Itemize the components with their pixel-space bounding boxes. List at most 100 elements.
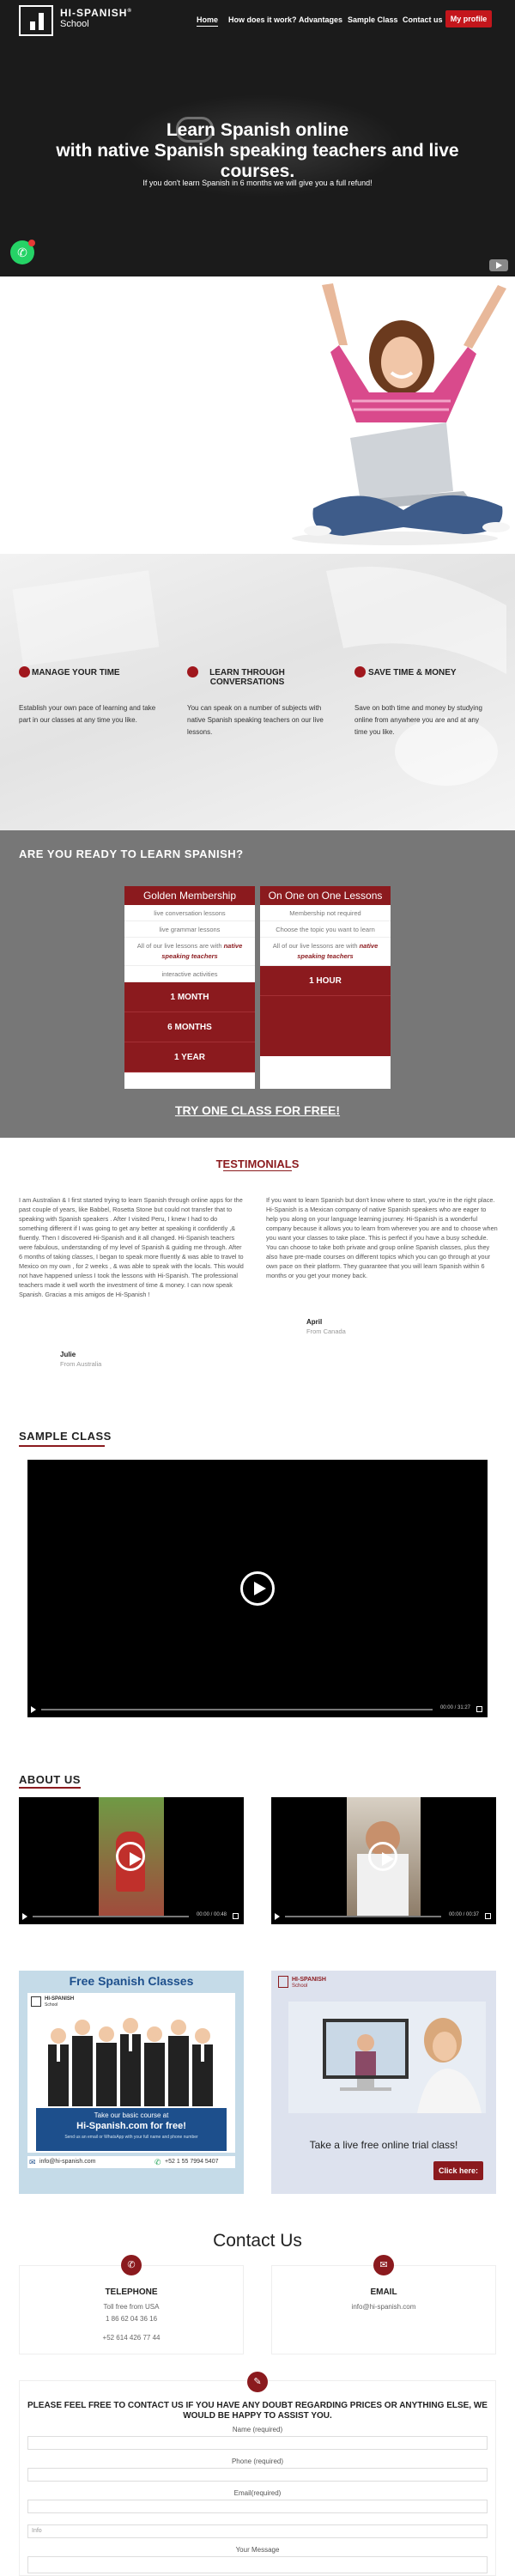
phone-label: Phone (required) [231, 2458, 284, 2465]
form-heading: PLEASE FEEL FREE TO CONTACT US IF YOU HA… [27, 2401, 488, 2421]
try-free-class-link[interactable]: TRY ONE CLASS FOR FREE! [0, 1103, 515, 1117]
promo-email: info@hi-spanish.com [39, 2159, 96, 2165]
feature-title-manage-time: MANAGE YOUR TIME [32, 668, 120, 677]
testimonial-text: I am Australian & I first started trying… [19, 1196, 244, 1298]
testimonial-origin: From Australia [60, 1360, 102, 1368]
testimonial-text: If you want to learn Spanish but don't k… [266, 1196, 498, 1279]
plan-option-1-hour[interactable]: 1 HOUR [260, 966, 391, 996]
plan-name: On One on One Lessons [260, 886, 391, 905]
video-controls[interactable]: 00:00 / 00:37 [275, 1912, 493, 1921]
promo-caption: Take a live free online trial class! [309, 2139, 458, 2151]
video-time: 00:00 / 00:48 [196, 1912, 227, 1917]
email-icon: ✉ [373, 2255, 394, 2275]
nav-how-it-works[interactable]: How does it work? [228, 15, 297, 24]
feature-title-save: SAVE TIME & MONEY [368, 668, 457, 677]
clock-icon [19, 666, 30, 677]
play-icon[interactable] [116, 1842, 145, 1871]
email-address[interactable]: info@hi-spanish.com [271, 2303, 496, 2311]
email-icon: ✉ [29, 2158, 36, 2166]
testimonial-name: Julie [60, 1351, 76, 1358]
promo-logo: HI-SPANISH [292, 1977, 326, 1983]
logo-icon[interactable] [19, 5, 53, 36]
whatsapp-icon: ✆ [154, 2158, 161, 2166]
free-trial-banner[interactable]: HI-SPANISH School Take a live free onlin… [271, 1971, 496, 2194]
about-video-2[interactable]: 00:00 / 00:37 [271, 1797, 496, 1924]
plan-feature: live grammar lessons [124, 921, 255, 938]
video-controls[interactable]: 00:00 / 31:27 [31, 1705, 484, 1714]
progress-track[interactable] [41, 1709, 433, 1710]
features-section [0, 554, 515, 830]
message-label: Your Message [235, 2546, 280, 2554]
video-time: 00:00 / 00:37 [448, 1912, 479, 1917]
plan-one-on-one: On One on One Lessons Membership not req… [260, 886, 391, 1089]
click-here-button[interactable]: Click here: [433, 2161, 483, 2180]
youtube-icon[interactable] [489, 259, 508, 271]
phone-icon: ✆ [121, 2255, 142, 2275]
plan-option-1-year[interactable]: 1 YEAR [124, 1042, 255, 1072]
phone-field[interactable] [27, 2468, 488, 2482]
play-small-icon[interactable] [31, 1706, 36, 1713]
promo-logo: HI-SPANISH [45, 1996, 75, 2002]
pricing-section [0, 830, 515, 1138]
plan-feature: All of our live lessons are with native … [260, 938, 391, 966]
sample-class-video[interactable]: 00:00 / 31:27 [27, 1460, 488, 1717]
title-underline [19, 1787, 81, 1789]
brand-sub: School [60, 19, 89, 29]
info-field[interactable]: Info [27, 2524, 488, 2538]
plan-name: Golden Membership [124, 886, 255, 905]
testimonials-title: TESTIMONIALS [215, 1157, 300, 1170]
play-small-icon[interactable] [22, 1913, 27, 1920]
telephone-line2[interactable]: 1 86 62 04 36 16 [19, 2315, 244, 2323]
play-icon[interactable] [368, 1842, 397, 1871]
plan-option-6-months[interactable]: 6 MONTHS [124, 1012, 255, 1042]
promo-title: Free Spanish Classes [69, 1974, 194, 1988]
title-underline [19, 1445, 105, 1447]
progress-track[interactable] [33, 1916, 189, 1917]
play-icon[interactable] [240, 1571, 275, 1606]
progress-track[interactable] [285, 1916, 441, 1917]
people-icon [187, 666, 198, 677]
feature-text-manage-time: Establish your own pace of learning and … [19, 704, 156, 724]
video-controls[interactable]: 00:00 / 00:48 [22, 1912, 240, 1921]
about-video-1[interactable]: 00:00 / 00:48 [19, 1797, 244, 1924]
testimonial-origin: From Canada [306, 1327, 346, 1335]
plan-feature: Membership not required [260, 905, 391, 921]
video-time: 00:00 / 31:27 [439, 1705, 470, 1710]
fullscreen-icon[interactable] [233, 1913, 239, 1919]
nav-contact[interactable]: Contact us [403, 15, 443, 24]
fullscreen-icon[interactable] [476, 1706, 482, 1712]
my-profile-button[interactable]: My profile [445, 10, 492, 27]
promo-logo-sub: School [292, 1984, 308, 1989]
testimonial-name: April [306, 1318, 323, 1326]
logo-icon [31, 1996, 41, 2007]
contact-title: Contact Us [213, 2231, 302, 2251]
feature-title-conversations: LEARN THROUGH CONVERSATIONS [209, 668, 285, 687]
plan-feature: live conversation lessons [124, 905, 255, 921]
pricing-title: ARE YOU READY TO LEARN SPANISH? [19, 848, 244, 860]
hero-subtitle: If you don't learn Spanish in 6 months w… [142, 179, 373, 187]
feature-text-conversations: You can speak on a number of subjects wi… [187, 704, 324, 736]
feature-text-save: Save on both time and money by studying … [354, 704, 482, 736]
nav-home[interactable]: Home [197, 15, 219, 27]
email-label: Email(required) [233, 2489, 282, 2497]
brand-name[interactable]: HI-SPANISH® [60, 7, 132, 19]
fullscreen-icon[interactable] [485, 1913, 491, 1919]
email-field[interactable] [27, 2500, 488, 2513]
promo-logo-sub: School [45, 2002, 58, 2008]
online-class-image [288, 2002, 486, 2113]
name-label: Name (required) [232, 2426, 283, 2433]
plan-golden-membership: Golden Membership live conversation less… [124, 886, 255, 1089]
nav-sample-class[interactable]: Sample Class [348, 15, 398, 24]
plan-option-1-month[interactable]: 1 MONTH [124, 982, 255, 1012]
message-field[interactable] [27, 2556, 488, 2573]
nav-advantages[interactable]: Advantages [299, 15, 342, 24]
telephone-heading: TELEPHONE [105, 2287, 158, 2297]
plan-feature: Choose the topic you want to learn [260, 921, 391, 938]
notification-badge [28, 240, 35, 246]
telephone-line3[interactable]: +52 614 426 77 44 [19, 2334, 244, 2342]
hero-title: Learn Spanish online with native Spanish… [56, 120, 459, 181]
play-small-icon[interactable] [275, 1913, 280, 1920]
name-field[interactable] [27, 2436, 488, 2450]
free-classes-banner[interactable]: Free Spanish Classes HI-SPANISH School T… [19, 1971, 244, 2194]
about-us-title: ABOUT US [19, 1773, 81, 1786]
